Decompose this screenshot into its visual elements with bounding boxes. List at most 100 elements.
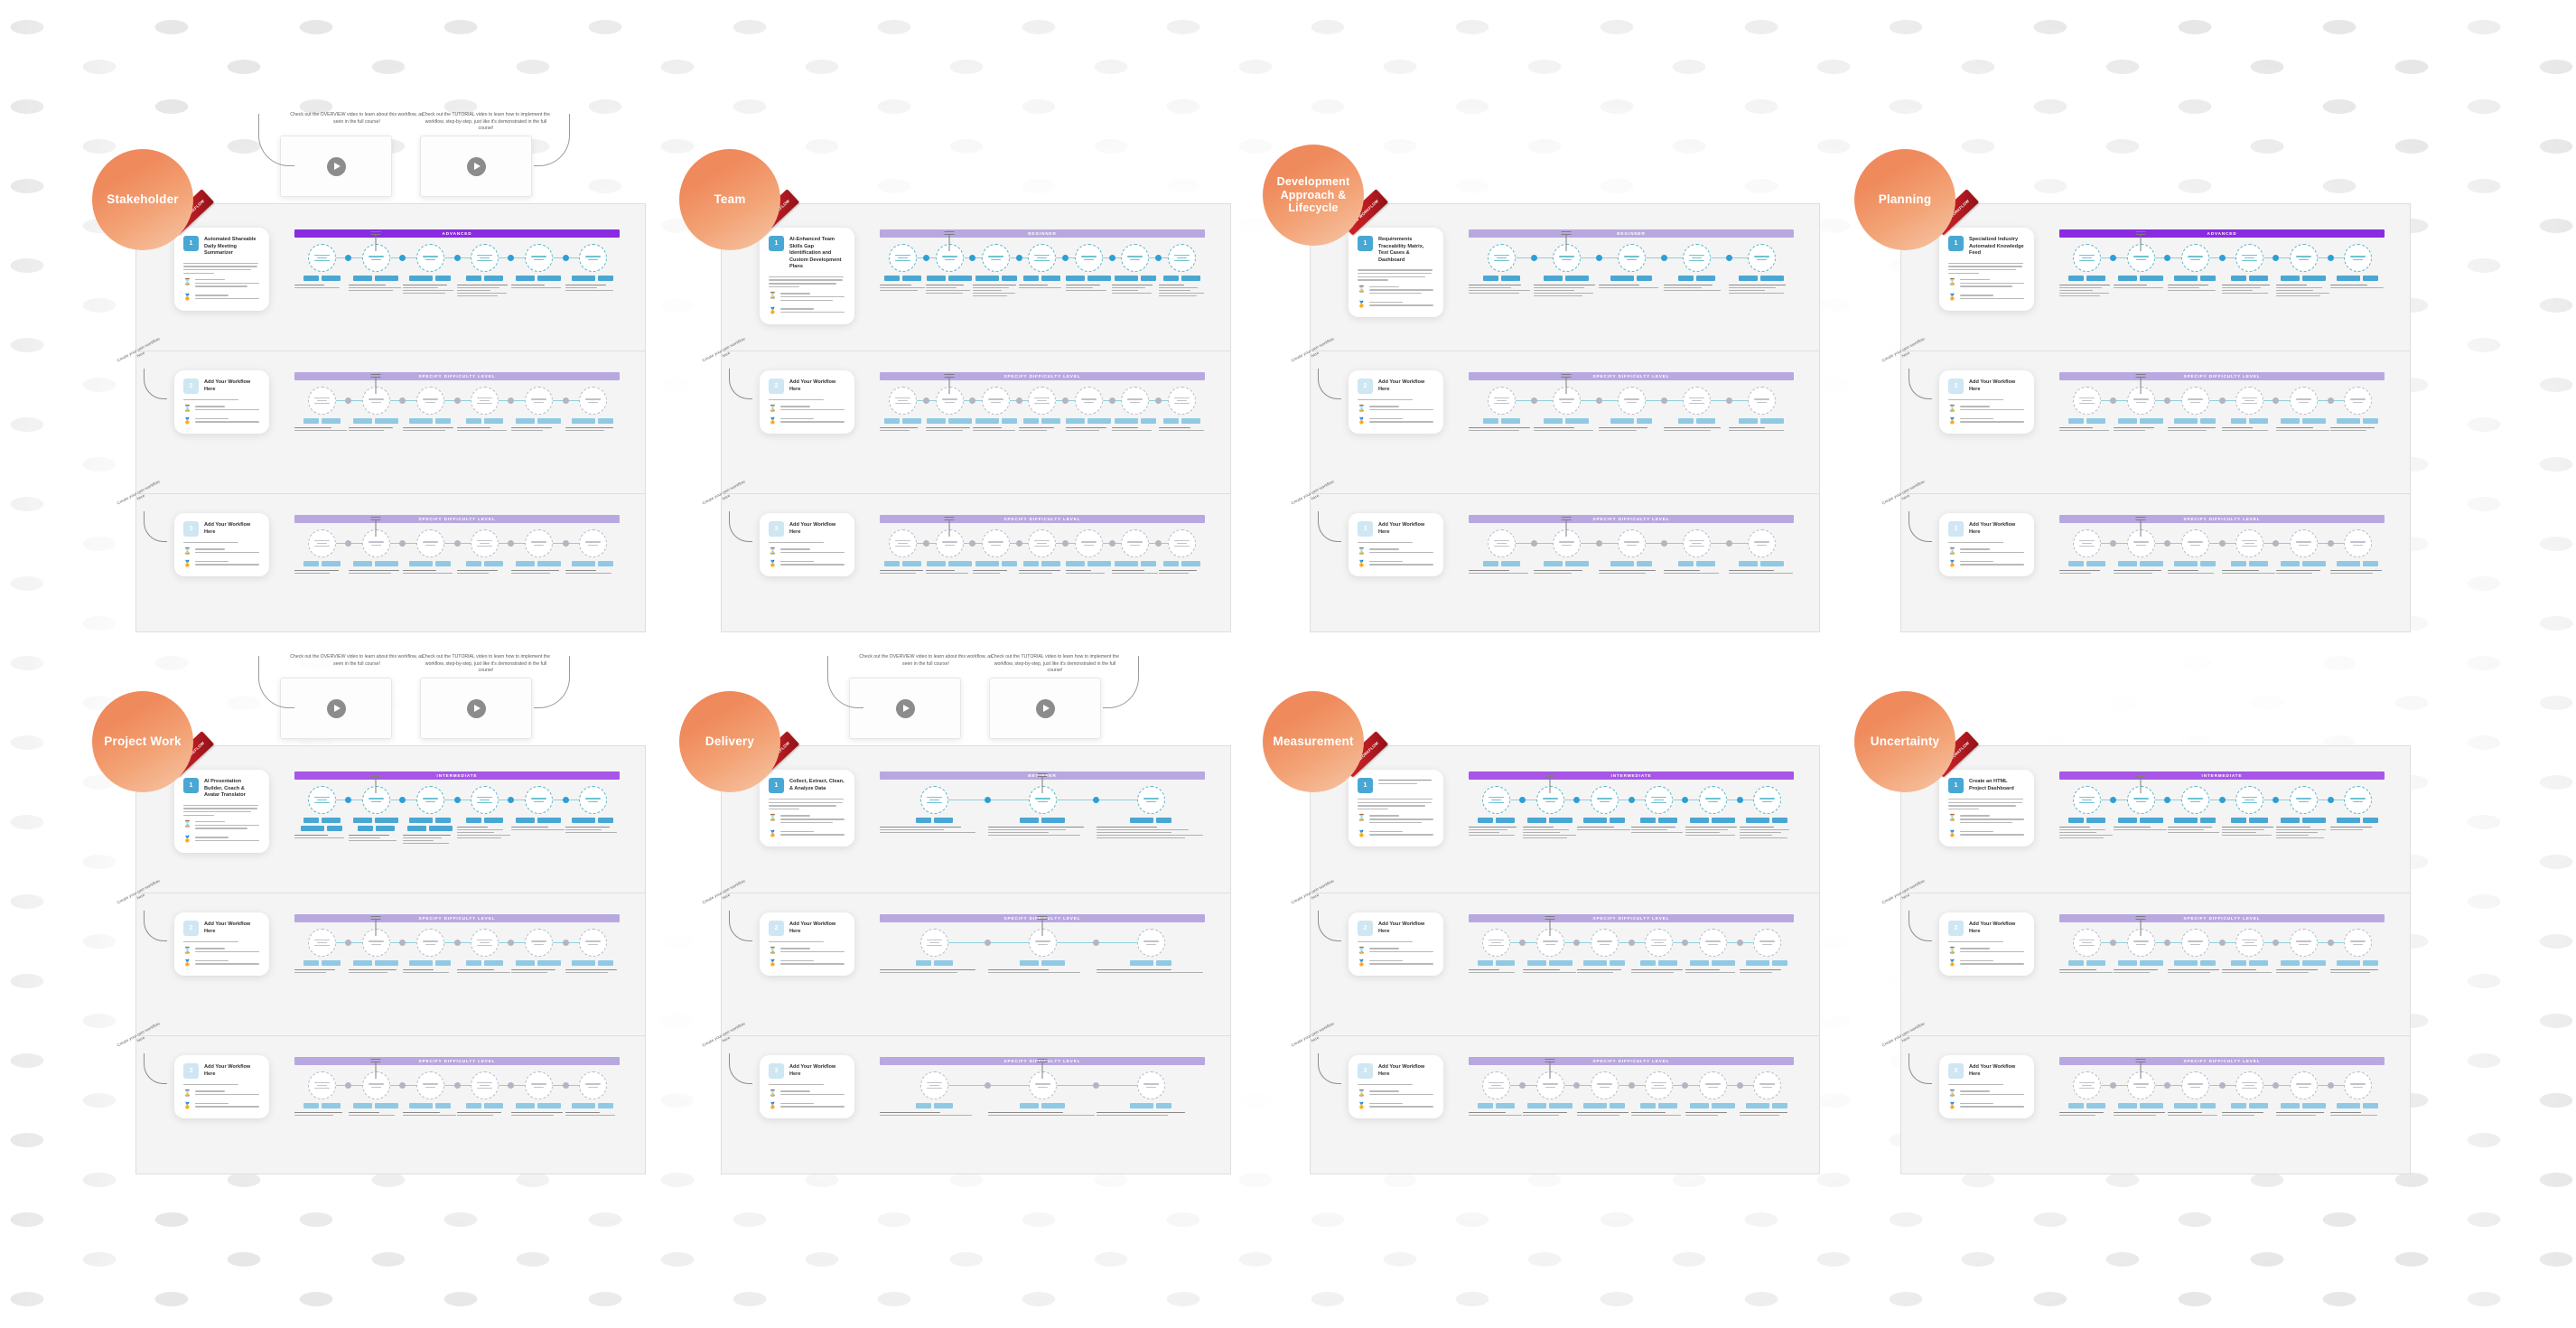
flow-step[interactable] [880, 929, 988, 975]
step-chip[interactable] [353, 960, 372, 966]
step-chip[interactable] [303, 418, 319, 424]
flow-step[interactable] [1631, 1071, 1685, 1118]
flow-step[interactable] [2114, 374, 2168, 433]
step-chip[interactable] [2086, 418, 2105, 424]
step-chip[interactable] [2363, 960, 2378, 966]
step-chip[interactable] [1482, 561, 1498, 566]
step-chip[interactable] [409, 1103, 433, 1108]
flow-node[interactable] [1074, 529, 1103, 557]
step-chip[interactable] [2174, 418, 2198, 424]
step-chip[interactable] [353, 561, 372, 566]
step-chip[interactable] [537, 960, 561, 966]
step-chip[interactable] [1739, 276, 1758, 281]
flow-step[interactable] [1685, 929, 1740, 975]
flow-step[interactable] [1631, 929, 1685, 975]
flow-step[interactable] [2114, 916, 2168, 975]
step-chip[interactable] [1140, 561, 1156, 566]
video-player[interactable] [989, 678, 1101, 739]
step-chip[interactable] [1087, 276, 1112, 281]
step-chip[interactable] [915, 818, 931, 823]
flow-step[interactable] [2330, 387, 2385, 433]
workflow-card[interactable]: 2 Add Your Workflow Here ⌛ 🏅 [1939, 912, 2034, 977]
step-chip[interactable] [375, 418, 398, 424]
step-chip[interactable] [1162, 418, 1179, 424]
step-chip[interactable] [1544, 561, 1563, 566]
step-chip[interactable] [1041, 561, 1061, 566]
step-chip[interactable] [1739, 418, 1758, 424]
flow-node[interactable] [415, 786, 444, 814]
step-chip[interactable] [1610, 960, 1625, 966]
step-chip[interactable] [483, 418, 503, 424]
flow-step[interactable] [1112, 244, 1158, 295]
flow-step[interactable] [1599, 387, 1664, 433]
flow-node[interactable] [2180, 1071, 2209, 1099]
flow-step[interactable] [1469, 529, 1534, 575]
step-chip[interactable] [1527, 960, 1546, 966]
flow-node[interactable] [2180, 244, 2209, 272]
flow-step[interactable] [1097, 786, 1205, 840]
workflow-card[interactable]: NEW WORKFLOW 1 AI-Enhanced Team Skills G… [751, 189, 854, 324]
category-bubble-uncertainty[interactable]: Uncertainty [1854, 691, 1955, 792]
step-chip[interactable] [1760, 561, 1784, 566]
flow-node[interactable] [1074, 244, 1103, 272]
step-chip[interactable] [2086, 276, 2105, 281]
step-chip[interactable] [598, 1103, 613, 1108]
step-chip[interactable] [927, 561, 947, 566]
step-chip[interactable] [1114, 561, 1138, 566]
flow-step[interactable] [403, 786, 457, 846]
step-chip[interactable] [1066, 418, 1086, 424]
step-chip[interactable] [1527, 1103, 1546, 1108]
flow-node[interactable] [2180, 786, 2209, 814]
step-chip[interactable] [948, 561, 973, 566]
flow-node[interactable] [1617, 244, 1646, 272]
step-chip[interactable] [1156, 818, 1171, 823]
flow-node[interactable] [2180, 529, 2209, 557]
flow-step[interactable] [2168, 529, 2222, 575]
flow-node[interactable] [524, 244, 553, 272]
step-chip[interactable] [1114, 418, 1138, 424]
step-chip[interactable] [1041, 960, 1065, 966]
flow-step[interactable] [457, 387, 511, 433]
step-chip[interactable] [2086, 818, 2105, 823]
step-chip[interactable] [2086, 561, 2105, 566]
flow-node[interactable] [2289, 244, 2318, 272]
flow-step[interactable] [1534, 517, 1599, 575]
flow-step[interactable] [1065, 529, 1112, 575]
step-chip[interactable] [1041, 418, 1061, 424]
step-chip[interactable] [1695, 276, 1715, 281]
step-chip[interactable] [2200, 561, 2216, 566]
flow-step[interactable] [880, 387, 926, 433]
step-chip[interactable] [1712, 1103, 1735, 1108]
flow-node[interactable] [1698, 929, 1727, 957]
step-chip[interactable] [2363, 1103, 2378, 1108]
step-chip[interactable] [1677, 276, 1694, 281]
step-chip[interactable] [2086, 960, 2105, 966]
step-chip[interactable] [1041, 1103, 1065, 1108]
flow-step[interactable] [988, 1059, 1097, 1118]
step-chip[interactable] [948, 418, 973, 424]
category-bubble-development-approach-lifecycle[interactable]: Development Approach & Lifecycle [1263, 145, 1364, 246]
flow-step[interactable] [1469, 786, 1523, 837]
flow-step[interactable] [457, 929, 511, 975]
step-chip[interactable] [2200, 276, 2216, 281]
flow-step[interactable] [2114, 773, 2168, 832]
flow-step[interactable] [2168, 244, 2222, 293]
step-chip[interactable] [357, 826, 373, 831]
step-chip[interactable] [2140, 1103, 2163, 1108]
step-chip[interactable] [407, 826, 426, 831]
step-chip[interactable] [375, 561, 398, 566]
flow-step[interactable] [403, 387, 457, 433]
flow-node[interactable] [470, 786, 499, 814]
step-chip[interactable] [465, 960, 481, 966]
flow-step[interactable] [2059, 387, 2114, 433]
flow-step[interactable] [1469, 1071, 1523, 1118]
flow-node[interactable] [524, 387, 553, 415]
step-chip[interactable] [409, 818, 433, 823]
step-chip[interactable] [537, 561, 561, 566]
step-chip[interactable] [1610, 276, 1634, 281]
flow-step[interactable] [2222, 786, 2276, 837]
flow-node[interactable] [1136, 1071, 1165, 1099]
step-chip[interactable] [303, 960, 319, 966]
flow-step[interactable] [294, 244, 349, 290]
step-chip[interactable] [1746, 960, 1769, 966]
